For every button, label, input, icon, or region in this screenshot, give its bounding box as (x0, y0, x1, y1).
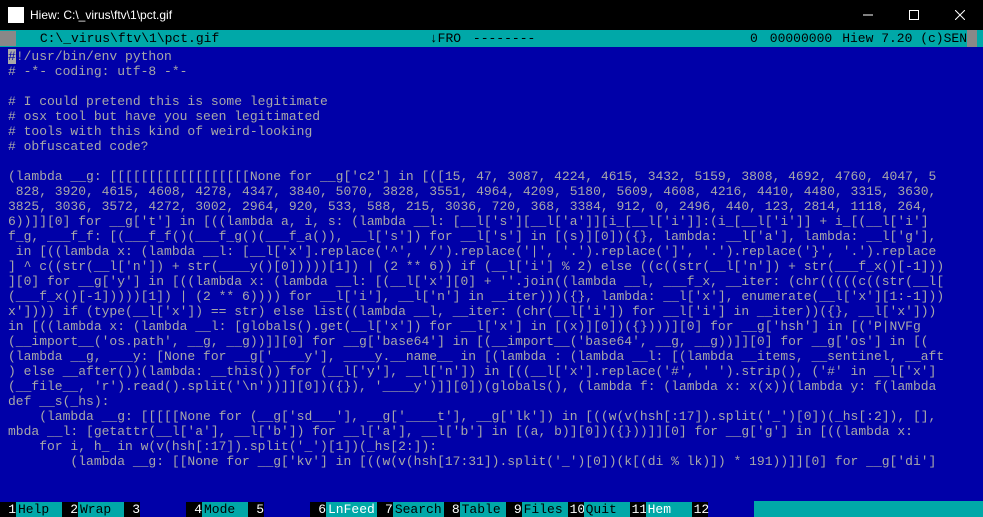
file-line: (__file__, 'r').read().split('\n'))]][0]… (8, 379, 975, 394)
fnkey-2[interactable]: 2Wrap (62, 501, 124, 517)
fnkey-number: 6 (310, 502, 326, 517)
fnkey-number: 5 (248, 502, 264, 517)
status-fro: ↓FRO (430, 31, 461, 46)
fnkey-5[interactable]: 5 (248, 501, 310, 517)
window-controls (845, 0, 983, 30)
file-line: ] ^ c((str(__l['n']) + str(____y()[0])))… (8, 259, 975, 274)
file-line: (___f_x()[-1]))))[1]) | (2 ** 6)))) for … (8, 289, 975, 304)
file-line: ) else __after())(lambda: __this()) for … (8, 364, 975, 379)
fnkey-10[interactable]: 10Quit (568, 501, 630, 517)
fnkey-label: Wrap (78, 502, 124, 517)
app-icon (8, 7, 24, 23)
file-line: mbda __l: [getattr(__l['a'], __l['b']) f… (8, 424, 975, 439)
maximize-icon (909, 10, 919, 20)
status-offset-dec: 0 (750, 31, 770, 46)
fnkey-number: 11 (630, 502, 646, 517)
fnkey-1[interactable]: 1Help (0, 501, 62, 517)
fnkey-label: Files (522, 502, 568, 517)
status-bar: C:\_virus\ftv\1\pct.gif ↓FRO -------- 0 … (0, 30, 983, 47)
file-line: f_g, ___f_f: [(___f_f()(___f_g()(___f_a(… (8, 229, 975, 244)
fnkey-number: 7 (377, 502, 393, 517)
fnkey-label: Table (460, 502, 506, 517)
file-line: (__import__('os.path', __g, __g))]][0] f… (8, 334, 975, 349)
fnkey-number: 1 (0, 502, 16, 517)
status-version: Hiew 7.20 (c)SEN (842, 31, 967, 46)
function-key-bar: 1Help2Wrap3 4Mode5 6LnFeed7Search8Table9Fi… (0, 501, 983, 517)
status-offset-hex: 00000000 (770, 31, 842, 46)
text-cursor: # (8, 49, 16, 64)
file-line (8, 79, 975, 94)
file-line: (lambda __g: [[[[[[[[[[[[[[[[[[None for … (8, 169, 975, 184)
app-window: Hiew: C:\_virus\ftv\1\pct.gif C:\_virus\… (0, 0, 983, 517)
fnkey-number: 12 (692, 502, 708, 517)
fnkey-number: 9 (506, 502, 522, 517)
file-line: #!/usr/bin/env python (8, 49, 975, 64)
fnkey-4[interactable]: 4Mode (186, 501, 248, 517)
fnkey-9[interactable]: 9Files (506, 501, 568, 517)
maximize-button[interactable] (891, 0, 937, 30)
file-line: # tools with this kind of weird-looking (8, 124, 975, 139)
file-line: in [((lambda x: (lambda __l: [globals().… (8, 319, 975, 334)
fnkey-number: 10 (568, 502, 584, 517)
file-line: ][0] for __g['y'] in [((lambda x: (lambd… (8, 274, 975, 289)
fnkey-label: Mode (202, 502, 248, 517)
footer-fill (754, 501, 983, 517)
file-line (8, 154, 975, 169)
file-line: x']))) if (type(__l['x']) == str) else l… (8, 304, 975, 319)
fnkey-label: LnFeed (326, 502, 377, 517)
fnkey-3[interactable]: 3 (124, 501, 186, 517)
file-line: # obfuscated code? (8, 139, 975, 154)
fnkey-6[interactable]: 6LnFeed (310, 501, 377, 517)
fnkey-11[interactable]: 11Hem (630, 501, 692, 517)
minimize-button[interactable] (845, 0, 891, 30)
window-titlebar[interactable]: Hiew: C:\_virus\ftv\1\pct.gif (0, 0, 983, 30)
file-line: 6))]][0] for __g['t'] in [((lambda a, i,… (8, 214, 975, 229)
fnkey-number: 2 (62, 502, 78, 517)
status-margin-right (967, 30, 977, 47)
fnkey-number: 4 (186, 502, 202, 517)
fnkey-7[interactable]: 7Search (377, 501, 444, 517)
fnkey-12[interactable]: 12 (692, 501, 754, 517)
fnkey-number: 3 (124, 502, 140, 517)
file-line: in [((lambda x: (lambda __l: [__l['x'].r… (8, 244, 975, 259)
file-line: (lambda __g: [[[[[None for (__g['sd___']… (8, 409, 975, 424)
fnkey-8[interactable]: 8Table (444, 501, 506, 517)
file-line: # I could pretend this is some legitimat… (8, 94, 975, 109)
file-line: def __s(_hs): (8, 394, 975, 409)
file-line: (lambda __g, ___y: [None for __g['____y'… (8, 349, 975, 364)
window-title: Hiew: C:\_virus\ftv\1\pct.gif (30, 8, 845, 22)
file-line: # osx tool but have you seen legitimated (8, 109, 975, 124)
file-line: # -*- coding: utf-8 -*- (8, 64, 975, 79)
file-view[interactable]: #!/usr/bin/env python# -*- coding: utf-8… (0, 47, 983, 501)
file-line: for i, h_ in w(v(hsh[:17]).split('_')[1]… (8, 439, 975, 454)
status-filepath: C:\_virus\ftv\1\pct.gif (16, 31, 219, 46)
fnkey-label: Quit (584, 502, 630, 517)
close-button[interactable] (937, 0, 983, 30)
fnkey-label: Help (16, 502, 62, 517)
status-dashes: -------- (469, 31, 539, 46)
fnkey-label: Hem (646, 502, 692, 517)
fnkey-number: 8 (444, 502, 460, 517)
file-line: (lambda __g: [[None for __g['kv'] in [((… (8, 454, 975, 469)
close-icon (955, 10, 965, 20)
file-line: 828, 3920, 4615, 4608, 4278, 4347, 3840,… (8, 184, 975, 199)
minimize-icon (863, 10, 873, 20)
fnkey-label: Search (393, 502, 444, 517)
status-margin-left (0, 31, 16, 46)
file-line: 3825, 3036, 3572, 4272, 3002, 2964, 920,… (8, 199, 975, 214)
